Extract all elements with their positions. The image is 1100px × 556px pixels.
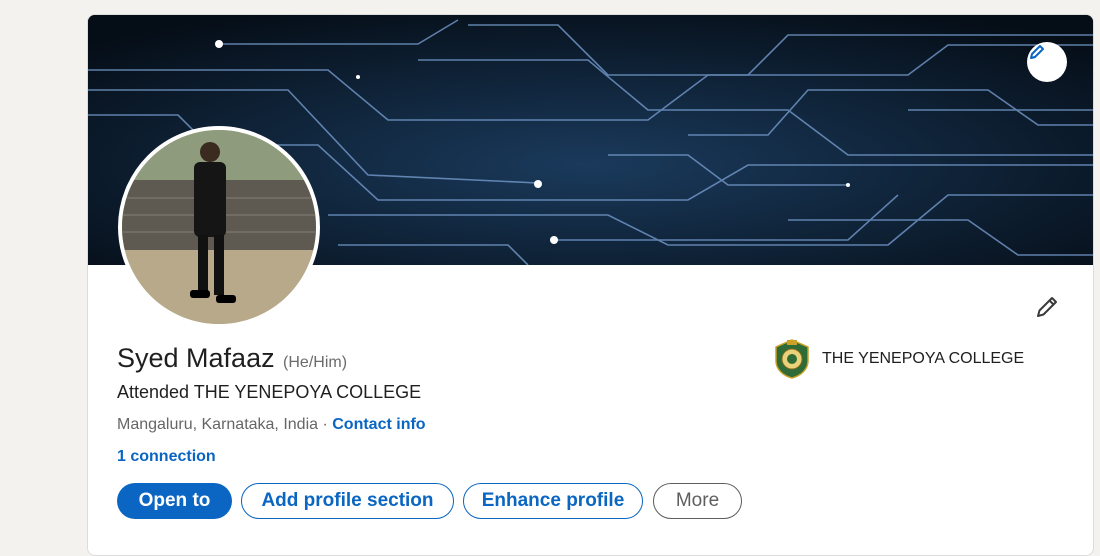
profile-photo-image: [122, 130, 316, 324]
name-row: Syed Mafaaz (He/Him): [117, 343, 347, 374]
contact-info-link[interactable]: Contact info: [332, 416, 425, 433]
edit-banner-button[interactable]: [1027, 42, 1067, 82]
pencil-icon: [1030, 45, 1044, 59]
profile-card: Syed Mafaaz (He/Him) Attended THE YENEPO…: [87, 14, 1094, 556]
profile-headline: Attended THE YENEPOYA COLLEGE: [117, 382, 422, 402]
enhance-profile-button[interactable]: Enhance profile: [463, 483, 643, 519]
more-button[interactable]: More: [653, 483, 742, 519]
pronouns: (He/Him): [283, 354, 348, 371]
college-crest-icon: [775, 339, 809, 379]
school-name: THE YENEPOYA COLLEGE: [822, 350, 1025, 367]
pencil-icon: [1037, 297, 1057, 317]
open-to-button[interactable]: Open to: [117, 483, 232, 519]
connections-link[interactable]: 1 connection: [117, 448, 216, 466]
education-link[interactable]: THE YENEPOYA COLLEGE: [774, 339, 1024, 379]
separator: ·: [322, 416, 328, 433]
profile-name: Syed Mafaaz: [117, 343, 275, 373]
location: Mangaluru, Karnataka, India: [117, 416, 319, 433]
profile-photo[interactable]: [118, 126, 320, 328]
add-profile-section-button[interactable]: Add profile section: [241, 483, 454, 519]
location-row: Mangaluru, Karnataka, India · Contact in…: [117, 416, 426, 434]
edit-intro-button[interactable]: [1030, 290, 1064, 324]
